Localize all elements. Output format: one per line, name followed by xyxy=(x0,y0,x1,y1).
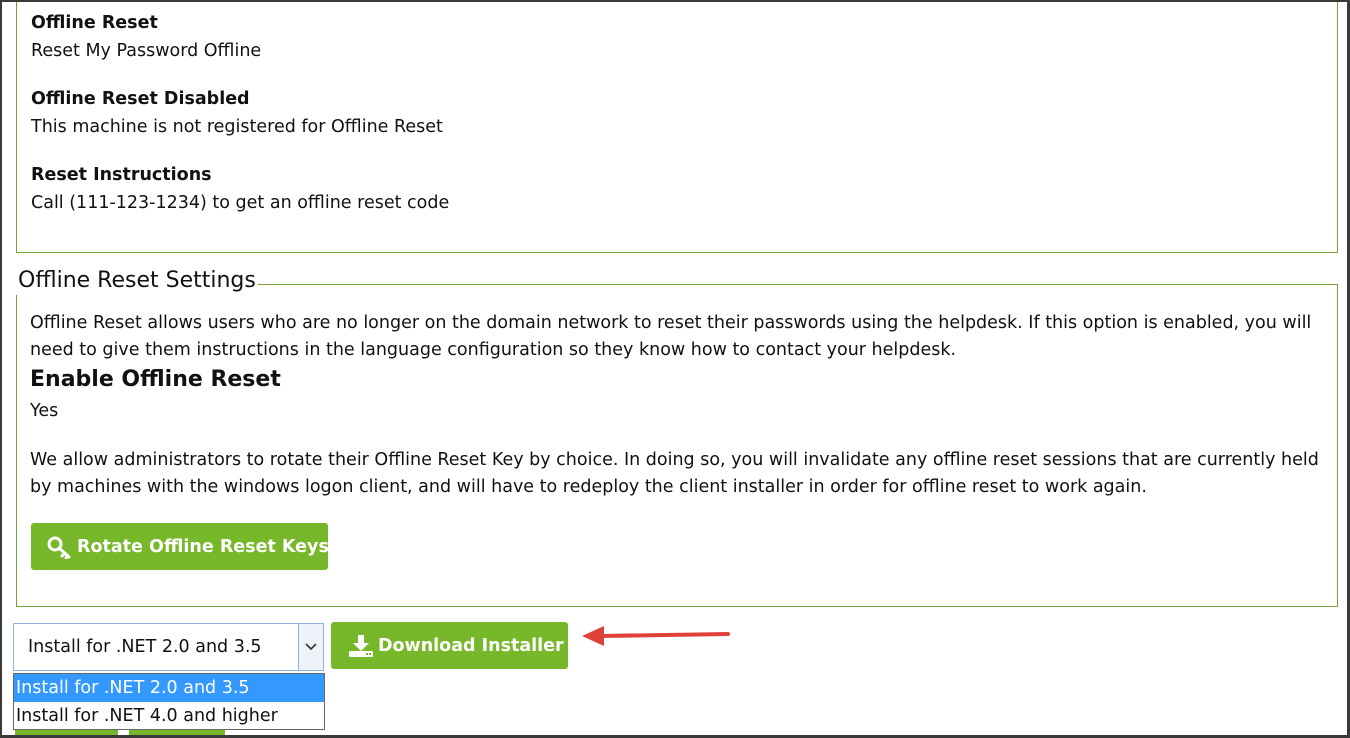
offline-reset-disabled-label: Offline Reset Disabled xyxy=(31,89,250,109)
installer-version-selected: Install for .NET 2.0 and 3.5 xyxy=(28,637,262,657)
rotate-keys-description: We allow administrators to rotate their … xyxy=(30,450,1319,497)
hidden-button-left xyxy=(15,730,118,735)
enable-offline-reset-heading: Enable Offline Reset xyxy=(30,367,281,392)
window-frame: Offline Reset Reset My Password Offline … xyxy=(0,0,1350,738)
annotation-arrow-icon xyxy=(582,626,730,646)
installer-option-net-2-3-5[interactable]: Install for .NET 2.0 and 3.5 xyxy=(14,674,324,702)
hidden-button-right xyxy=(129,730,225,735)
offline-reset-disabled-value: This machine is not registered for Offli… xyxy=(31,117,443,137)
offline-reset-info-panel: Offline Reset Reset My Password Offline … xyxy=(16,2,1338,253)
installer-version-select[interactable]: Install for .NET 2.0 and 3.5 xyxy=(13,623,324,671)
download-installer-label: Download Installer xyxy=(378,635,564,656)
installer-version-dropdown: Install for .NET 2.0 and 3.5 Install for… xyxy=(13,673,325,730)
installer-option-net-4[interactable]: Install for .NET 4.0 and higher xyxy=(14,702,324,730)
offline-reset-label: Offline Reset xyxy=(31,13,158,33)
offline-reset-value: Reset My Password Offline xyxy=(31,41,262,61)
offline-reset-settings-legend: Offline Reset Settings xyxy=(16,267,258,295)
rotate-offline-reset-keys-button[interactable]: Rotate Offline Reset Keys xyxy=(31,523,329,570)
reset-instructions-value: Call (111-123-1234) to get an offline re… xyxy=(31,193,450,213)
offline-reset-description: Offline Reset allows users who are no lo… xyxy=(30,313,1312,360)
rotate-offline-reset-keys-label: Rotate Offline Reset Keys xyxy=(77,536,329,557)
download-installer-button[interactable]: Download Installer xyxy=(331,622,568,669)
enable-offline-reset-value: Yes xyxy=(30,401,59,421)
chevron-down-icon[interactable] xyxy=(298,624,323,670)
download-icon xyxy=(349,634,373,657)
reset-instructions-label: Reset Instructions xyxy=(31,165,212,185)
key-icon xyxy=(47,536,71,559)
